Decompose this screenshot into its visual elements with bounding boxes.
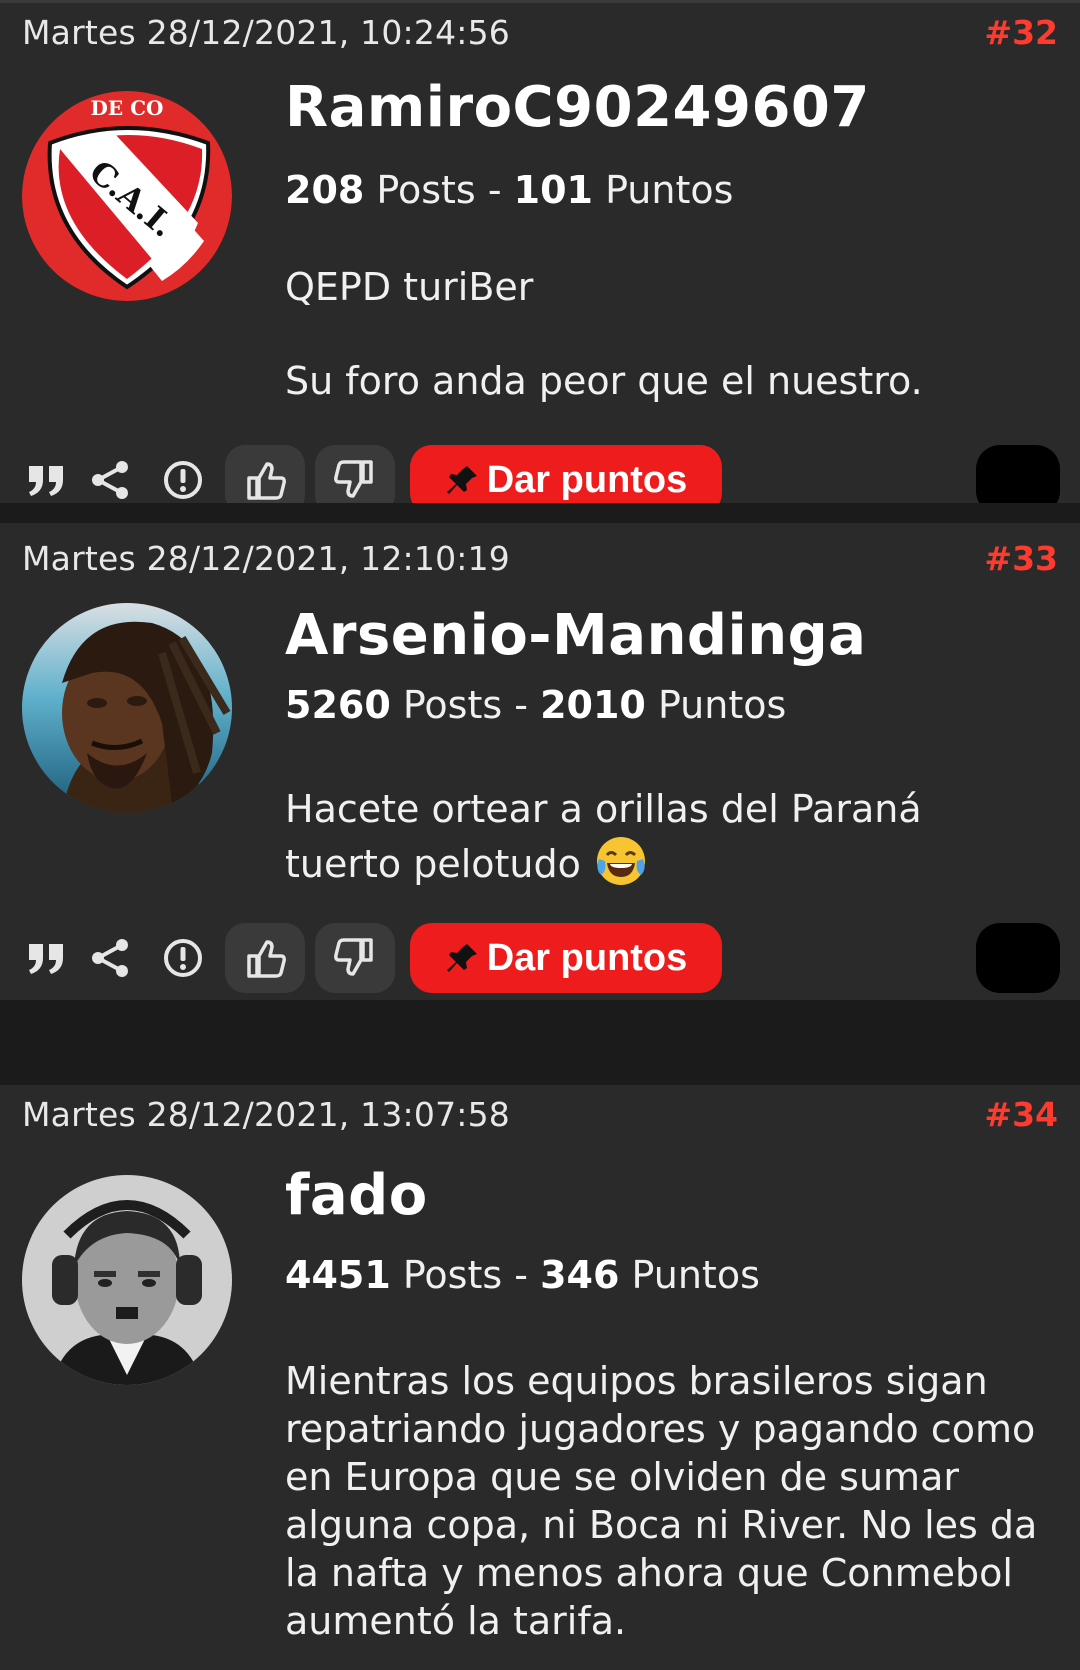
post-32: Martes 28/12/2021, 10:24:56 #32 DE CO C.… (0, 0, 1080, 503)
post-date: Martes 28/12/2021, 13:07:58 (22, 1095, 510, 1134)
bw-portrait-headphones (22, 1175, 232, 1385)
stats-separator: - (514, 1253, 528, 1297)
stats-separator: - (487, 168, 502, 212)
thumbs-down-icon (334, 460, 373, 498)
avatar[interactable] (22, 1175, 232, 1385)
posts-count: 208 (285, 168, 365, 212)
quote-icon[interactable] (20, 931, 74, 985)
post-body: Hacete ortear a orillas del Paraná tuert… (285, 785, 1055, 889)
posts-count: 5260 (285, 683, 391, 727)
dar-puntos-label: Dar puntos (486, 458, 688, 501)
report-icon[interactable] (156, 931, 210, 985)
post-number-link[interactable]: #34 (984, 1095, 1058, 1134)
points-count: 101 (513, 168, 593, 212)
post-number-link[interactable]: #33 (984, 539, 1058, 578)
points-count: 2010 (540, 683, 646, 727)
post-menu-button[interactable] (976, 923, 1060, 993)
post-text-line: tuerto pelotudo (285, 842, 581, 886)
username[interactable]: Arsenio-Mandinga (285, 603, 866, 668)
thumbs-up-icon (247, 462, 286, 500)
post-date: Martes 28/12/2021, 12:10:19 (22, 539, 510, 578)
posts-label: Posts (402, 683, 503, 727)
post-date: Martes 28/12/2021, 10:24:56 (22, 13, 510, 52)
avatar[interactable]: DE CO C.A.I. (22, 91, 232, 301)
dar-puntos-button[interactable]: Dar puntos (410, 923, 722, 993)
share-icon[interactable] (84, 931, 138, 985)
post-actions: Dar puntos (0, 923, 1080, 993)
report-icon[interactable] (156, 453, 210, 503)
thumbs-down-icon (334, 938, 373, 976)
avatar-ring-text: DE CO (91, 96, 164, 120)
avatar[interactable] (22, 603, 232, 813)
username[interactable]: RamiroC90249607 (285, 75, 870, 140)
points-label: Puntos (657, 683, 787, 727)
post-text-line-wrap: tuerto pelotudo (285, 833, 1055, 889)
post-menu-button[interactable] (976, 445, 1060, 503)
post-33: Martes 28/12/2021, 12:10:19 #33 Arsenio-… (0, 523, 1080, 1000)
dar-puntos-button[interactable]: Dar puntos (410, 445, 722, 503)
stats-separator: - (514, 683, 528, 727)
pin-icon (446, 944, 477, 972)
post-actions: Dar puntos (0, 445, 1080, 503)
dislike-button[interactable] (315, 923, 395, 993)
user-stats: 5260 Posts - 2010 Puntos (285, 683, 786, 727)
points-count: 346 (540, 1253, 620, 1297)
posts-count: 4451 (285, 1253, 391, 1297)
user-stats: 4451 Posts - 346 Puntos (285, 1253, 760, 1297)
laughing-tears-emoji (596, 837, 645, 885)
man-portrait (22, 603, 232, 813)
username[interactable]: fado (285, 1163, 428, 1228)
quote-icon[interactable] (20, 453, 74, 503)
points-label: Puntos (605, 168, 734, 212)
pin-icon (446, 466, 477, 494)
post-text-line: Su foro anda peor que el nuestro. (285, 359, 923, 403)
points-label: Puntos (631, 1253, 760, 1297)
posts-label: Posts (376, 168, 476, 212)
post-34: Martes 28/12/2021, 13:07:58 #34 fado 445… (0, 1085, 1080, 1670)
dislike-button[interactable] (315, 445, 395, 503)
post-body: QEPD turiBer Su foro anda peor que el nu… (285, 263, 1055, 451)
like-button[interactable] (225, 923, 305, 993)
post-body: Mientras los equipos brasileros sigan re… (285, 1359, 1038, 1643)
user-stats: 208 Posts - 101 Puntos (285, 168, 733, 212)
post-number-link[interactable]: #32 (984, 13, 1058, 52)
cai-shield-icon: DE CO C.A.I. (22, 91, 232, 301)
like-button[interactable] (225, 445, 305, 503)
posts-label: Posts (402, 1253, 503, 1297)
dar-puntos-label: Dar puntos (486, 936, 688, 979)
post-text-line: QEPD turiBer (285, 265, 534, 309)
post-text-line: Hacete ortear a orillas del Paraná (285, 787, 922, 831)
thumbs-up-icon (247, 940, 286, 978)
share-icon[interactable] (84, 453, 138, 503)
